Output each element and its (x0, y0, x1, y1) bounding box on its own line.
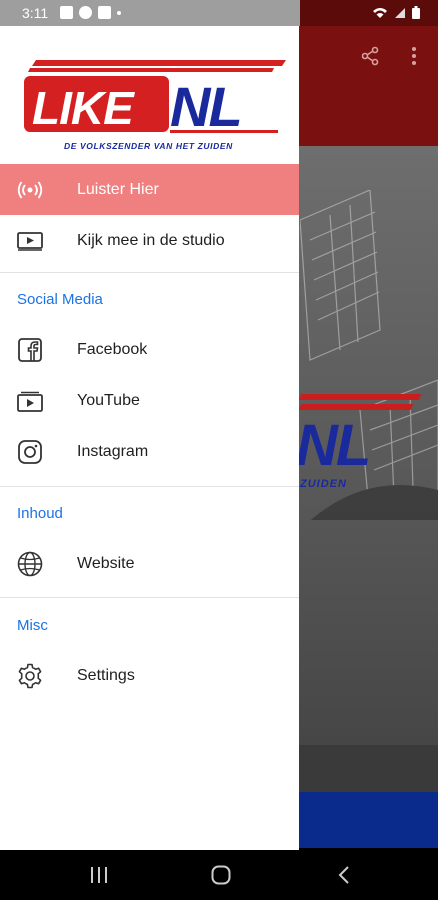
menu-item-label: Facebook (77, 340, 148, 358)
menu-item-youtube[interactable]: YouTube (0, 375, 299, 426)
status-time: 3:11 (22, 5, 49, 21)
menu-item-settings[interactable]: Settings (0, 650, 299, 701)
youtube-icon (17, 388, 43, 414)
svg-text:DE VOLKSZENDER VAN HET ZUIDEN: DE VOLKSZENDER VAN HET ZUIDEN (64, 141, 233, 151)
youtube-icon (98, 6, 111, 19)
hero-logo-stripe (298, 404, 414, 410)
menu-item-luister-hier[interactable]: Luister Hier (0, 164, 299, 215)
menu-item-label: Settings (77, 666, 135, 684)
drawer-header: LIKE NL DE VOLKSZENDER VAN HET ZUIDEN (0, 26, 299, 164)
menu-item-kijk-mee[interactable]: Kijk mee in de studio (0, 215, 299, 266)
hero-logo-stripe (298, 394, 422, 400)
menu-item-website[interactable]: Website (0, 538, 299, 589)
dot-icon (117, 11, 121, 15)
gear-icon (17, 663, 43, 689)
status-system-icons (372, 6, 420, 19)
section-header-inhoud: Inhoud (17, 505, 63, 522)
battery-icon (412, 6, 420, 19)
svg-text:NL: NL (170, 75, 241, 138)
more-vert-icon[interactable] (400, 42, 428, 70)
divider (0, 597, 299, 598)
svg-text:LIKE: LIKE (32, 82, 135, 134)
divider (0, 486, 299, 487)
radio-broadcast-icon (17, 177, 43, 203)
menu-item-label: Luister Hier (77, 180, 159, 198)
menu-item-label: Instagram (77, 442, 149, 460)
menu-item-label: YouTube (77, 391, 140, 409)
image-icon (60, 6, 73, 19)
recents-icon[interactable] (79, 862, 119, 888)
facebook-icon (17, 337, 43, 363)
hero-logo-subtext: ZUIDEN (300, 478, 347, 490)
tv-play-icon (17, 228, 43, 254)
menu-item-facebook[interactable]: Facebook (0, 324, 299, 375)
home-icon[interactable] (201, 862, 241, 888)
divider (0, 272, 299, 273)
menu-item-label: Kijk mee in de studio (77, 231, 225, 249)
system-nav-bar (0, 850, 438, 900)
signal-icon (395, 7, 405, 18)
back-icon[interactable] (324, 862, 364, 888)
likenl-logo: LIKE NL DE VOLKSZENDER VAN HET ZUIDEN (24, 60, 286, 151)
section-header-misc: Misc (17, 617, 48, 634)
menu-item-instagram[interactable]: Instagram (0, 426, 299, 477)
navigation-drawer: LIKE NL DE VOLKSZENDER VAN HET ZUIDEN Lu… (0, 26, 299, 850)
status-bar: 3:11 (0, 0, 438, 26)
section-header-social-media: Social Media (17, 291, 103, 308)
share-icon[interactable] (356, 42, 384, 70)
wifi-icon (373, 7, 387, 18)
play-icon (79, 6, 92, 19)
menu-item-label: Website (77, 554, 135, 572)
status-notification-icons (60, 6, 121, 19)
globe-icon (17, 551, 43, 577)
hero-logo-text: NL (296, 413, 371, 478)
instagram-icon (17, 439, 43, 465)
